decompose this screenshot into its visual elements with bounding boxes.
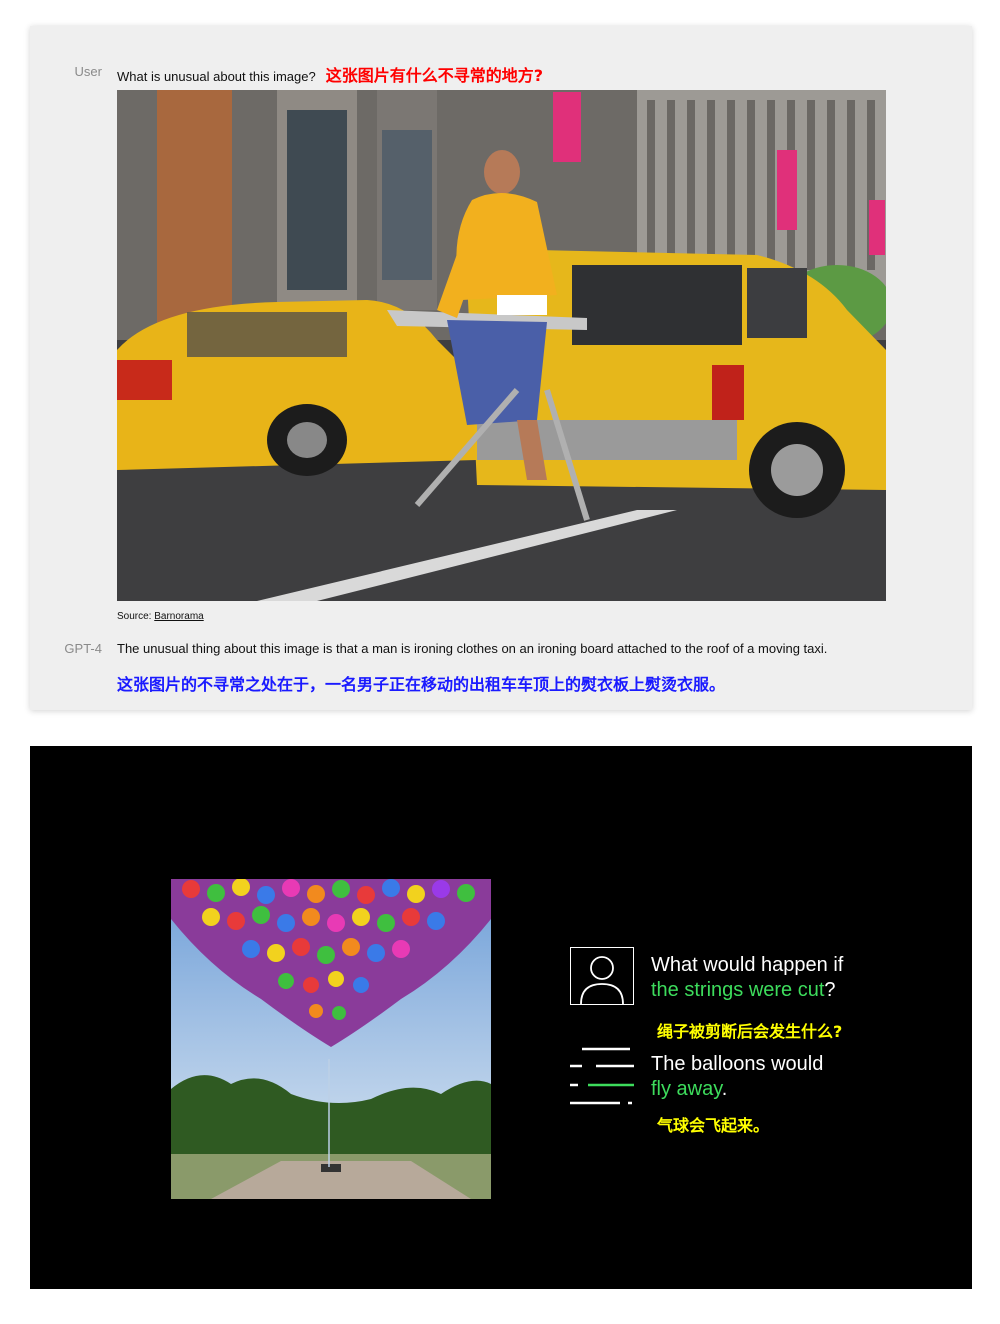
gpt-answer: The unusual thing about this image is th… [117,641,828,656]
chat-panel-ironing: User What is unusual about this image? 这张… [30,26,972,710]
user-question-text: What is unusual about this image? [117,69,316,84]
user-question: What is unusual about this image? 这张图片有什么… [117,62,543,86]
question-text: What would happen if the strings were cu… [651,953,843,1003]
user-role-label: User [74,64,102,79]
ai-response-icon [570,1046,636,1108]
balloons-panel: What would happen if the strings were cu… [30,746,972,1289]
question-end: ? [824,979,836,1001]
image-source: Source: Barnorama [117,611,204,622]
taxi-ironing-photo [117,90,886,601]
gpt-answer-cn: 这张图片的不寻常之处在于，一名男子正在移动的出租车车顶上的熨衣板上熨烫衣服。 [117,675,726,694]
question-line1: What would happen if [651,954,844,976]
balloons-image [171,879,491,1199]
user-avatar-icon [570,947,634,1005]
answer-text: The balloons would fly away. [651,1052,823,1102]
answer-end: . [721,1078,728,1100]
source-label: Source: [117,611,152,622]
gpt-role-label: GPT-4 [64,641,102,656]
answer-highlight: fly away [651,1078,722,1100]
question-highlight: the strings were cut [651,979,825,1001]
user-question-cn: 这张图片有什么不寻常的地方? [325,66,544,85]
source-link[interactable]: Barnorama [154,611,203,622]
answer-cn: 气球会飞起来。 [657,1116,770,1135]
answer-line1: The balloons would [651,1053,824,1075]
question-cn: 绳子被剪断后会发生什么? [657,1022,843,1041]
